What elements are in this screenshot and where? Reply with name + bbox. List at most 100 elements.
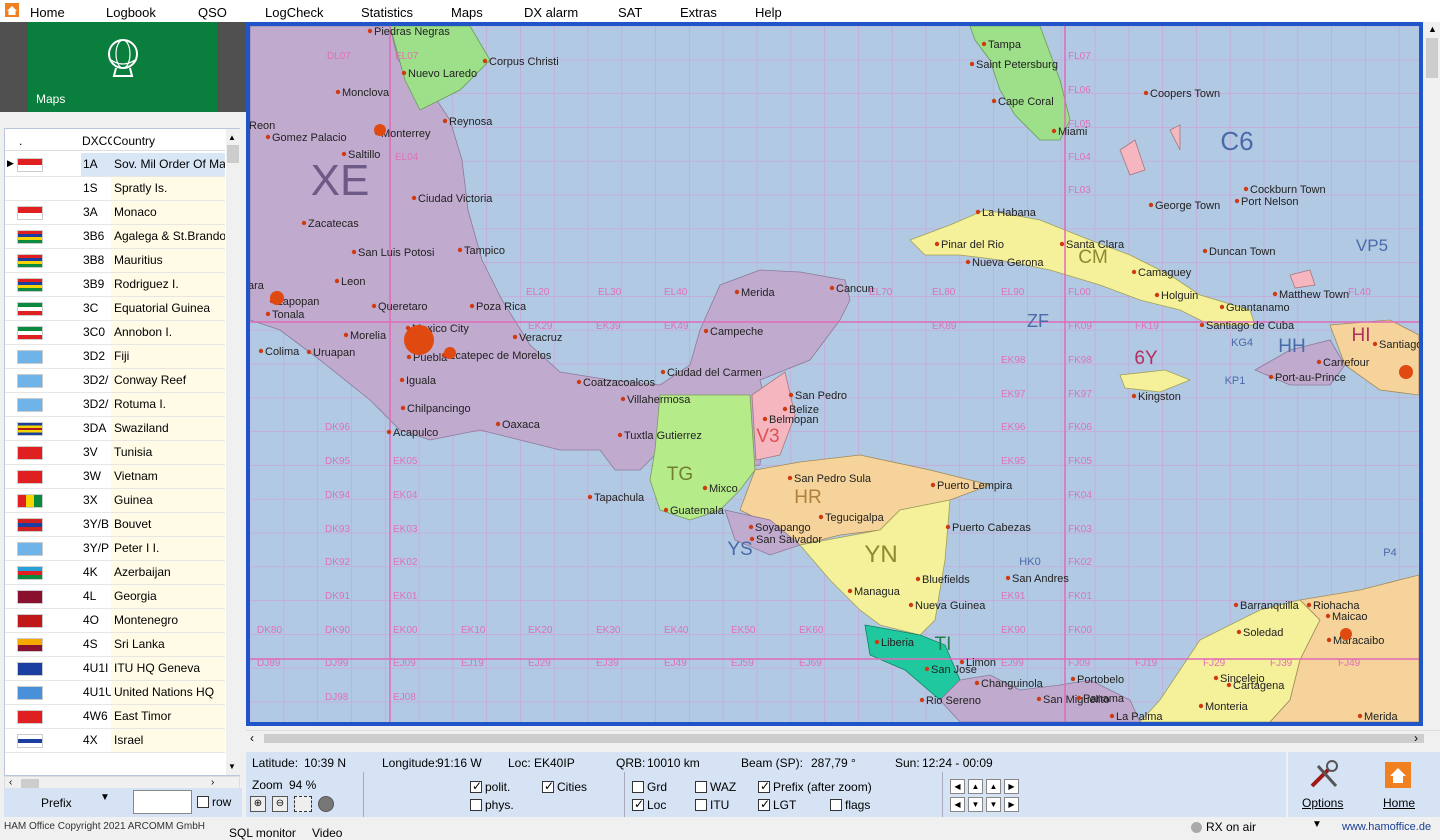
pan-up-fast-icon[interactable]: ▲ (986, 779, 1001, 794)
menu-maps[interactable]: Maps (451, 5, 483, 20)
list-item[interactable]: 1S Spratly Is. (5, 177, 225, 201)
menu-statistics[interactable]: Statistics (361, 5, 413, 20)
home-tool-icon[interactable] (1385, 762, 1411, 788)
list-item[interactable]: 3D2/Conway Reef (5, 369, 225, 393)
list-item[interactable]: 3B8 Mauritius (5, 249, 225, 273)
city-dot (818, 514, 824, 520)
list-item[interactable]: 1ASov. Mil Order Of Malta (5, 153, 225, 177)
list-item[interactable]: 4X Israel (5, 729, 225, 753)
list-item[interactable]: 4S Sri Lanka (5, 633, 225, 657)
waz-checkbox[interactable]: WAZ (695, 780, 736, 794)
country-cell: Vietnam (111, 465, 225, 488)
pan-right-icon[interactable]: ▶ (1004, 779, 1019, 794)
grid-square-label: DJ99 (325, 658, 349, 669)
grid-square-label: FK04 (1068, 490, 1092, 501)
zoom-out-icon[interactable]: ⊖ (272, 796, 288, 812)
list-item[interactable]: 3A Monaco (5, 201, 225, 225)
country-cell: Agalega & St.Brandon (111, 225, 225, 248)
menu-logcheck[interactable]: LogCheck (265, 5, 324, 20)
list-item[interactable]: 3D2/Rotuma I. (5, 393, 225, 417)
list-item[interactable]: 3X Guinea (5, 489, 225, 513)
city-dot (401, 70, 407, 76)
row-checkbox[interactable]: row (197, 795, 231, 809)
pan-first-icon[interactable]: ◀ (950, 797, 965, 812)
zoom-rect-icon[interactable] (294, 796, 312, 812)
map-vscrollbar[interactable]: ▲ (1424, 22, 1440, 726)
dxcc-cell: 4O (83, 613, 100, 627)
world-view-icon[interactable] (318, 796, 334, 812)
pan-down-icon[interactable]: ▼ (968, 797, 983, 812)
grd-checkbox[interactable]: Grd (632, 780, 667, 794)
chevron-down-icon[interactable]: ▼ (1312, 819, 1322, 830)
prefix-label: YN (864, 541, 897, 568)
pan-up-icon[interactable]: ▲ (968, 779, 983, 794)
map-canvas[interactable]: DL07 EL07 FL07FL06FL05EL04 FL04FL03EL20 EL30… (250, 26, 1419, 722)
list-item[interactable]: 4U1I ITU HQ Geneva (5, 657, 225, 681)
list-item[interactable]: 3B9 Rodriguez I. (5, 273, 225, 297)
cities-checkbox[interactable]: Cities (542, 779, 587, 794)
pan-last-icon[interactable]: ▶ (1004, 797, 1019, 812)
phys-checkbox[interactable]: phys. (470, 798, 514, 812)
map-view[interactable]: DL07 EL07 FL07 FL06 FL05 EL04 FL04 FL03 EL20 EL30… (246, 22, 1423, 726)
list-vscroll-thumb[interactable] (227, 145, 239, 163)
list-vscrollbar[interactable]: ▲ ▼ (226, 129, 240, 775)
list-item[interactable]: 4O Montenegro (5, 609, 225, 633)
header-dxcc[interactable]: DXCC (82, 134, 112, 148)
polit-checkbox[interactable]: polit. (470, 779, 510, 794)
list-item[interactable]: 3Y/P Peter I I. (5, 537, 225, 561)
list-item[interactable]: 3D2 Fiji (5, 345, 225, 369)
list-item[interactable]: 3Y/B Bouvet (5, 513, 225, 537)
itu-checkbox[interactable]: ITU (695, 798, 729, 812)
menu-dx-alarm[interactable]: DX alarm (524, 5, 578, 20)
home-button[interactable]: Home (1383, 796, 1415, 810)
chevron-down-icon[interactable]: ▼ (100, 792, 110, 803)
list-item[interactable]: 3W Vietnam (5, 465, 225, 489)
grid-square-label: FJ09 (1068, 658, 1091, 669)
flag-icon (17, 494, 43, 508)
home-icon[interactable] (4, 2, 20, 18)
website-link[interactable]: www.hamoffice.de (1342, 821, 1431, 833)
options-button[interactable]: Options (1302, 796, 1343, 810)
header-country[interactable]: Country (113, 134, 155, 148)
city-dot (981, 41, 987, 47)
loc-checkbox[interactable]: Loc (632, 797, 666, 812)
city-label: Panama (1083, 693, 1125, 705)
city-label: Nueva Guinea (915, 600, 986, 612)
options-icon[interactable] (1308, 758, 1340, 790)
list-item[interactable]: 3DA Swaziland (5, 417, 225, 441)
header-dot[interactable]: . (19, 134, 22, 148)
menu-extras[interactable]: Extras (680, 5, 717, 20)
list-item[interactable]: 3B6 Agalega & St.Brandon (5, 225, 225, 249)
city-label: Corpus Christi (489, 56, 559, 68)
pan-down-fast-icon[interactable]: ▼ (986, 797, 1001, 812)
maps-tile[interactable]: Maps (28, 22, 217, 112)
list-item[interactable]: 4K Azerbaijan (5, 561, 225, 585)
menu-qso[interactable]: QSO (198, 5, 227, 20)
latitude-value: 10:39 N (304, 756, 347, 770)
dxcc-list[interactable]: . DXCC Country 1ASov. Mil Order Of Malta… (4, 128, 240, 776)
list-item[interactable]: 3V Tunisia (5, 441, 225, 465)
menu-sat[interactable]: SAT (618, 5, 642, 20)
list-item[interactable]: 4U1U United Nations HQ (5, 681, 225, 705)
grid-square-label: FL06 (1068, 85, 1091, 96)
city-label: San Pedro (795, 390, 847, 402)
list-item[interactable]: 3C0 Annobon I. (5, 321, 225, 345)
prefix-after-zoom-checkbox[interactable]: Prefix (after zoom) (758, 779, 872, 794)
pan-left-icon[interactable]: ◀ (950, 779, 965, 794)
list-item[interactable]: 3C Equatorial Guinea (5, 297, 225, 321)
list-item[interactable]: 4L Georgia (5, 585, 225, 609)
lgt-checkbox[interactable]: LGT (758, 797, 796, 812)
map-hscrollbar[interactable]: ‹ › (246, 730, 1440, 746)
city-label: Tampa (988, 39, 1022, 51)
city-label: Santiago de Cuba (1206, 320, 1295, 332)
city-label: Guantanamo (1226, 302, 1290, 314)
grid-square-label: DK90 (325, 625, 350, 636)
list-item[interactable]: 4W6 East Timor (5, 705, 225, 729)
menu-logbook[interactable]: Logbook (106, 5, 156, 20)
menu-help[interactable]: Help (755, 5, 782, 20)
prefix-search-input[interactable] (133, 790, 192, 814)
menu-home[interactable]: Home (30, 5, 65, 20)
flags-checkbox[interactable]: flags (830, 798, 870, 812)
prefix-dropdown-label[interactable]: Prefix (41, 796, 72, 810)
zoom-in-icon[interactable]: ⊕ (250, 796, 266, 812)
